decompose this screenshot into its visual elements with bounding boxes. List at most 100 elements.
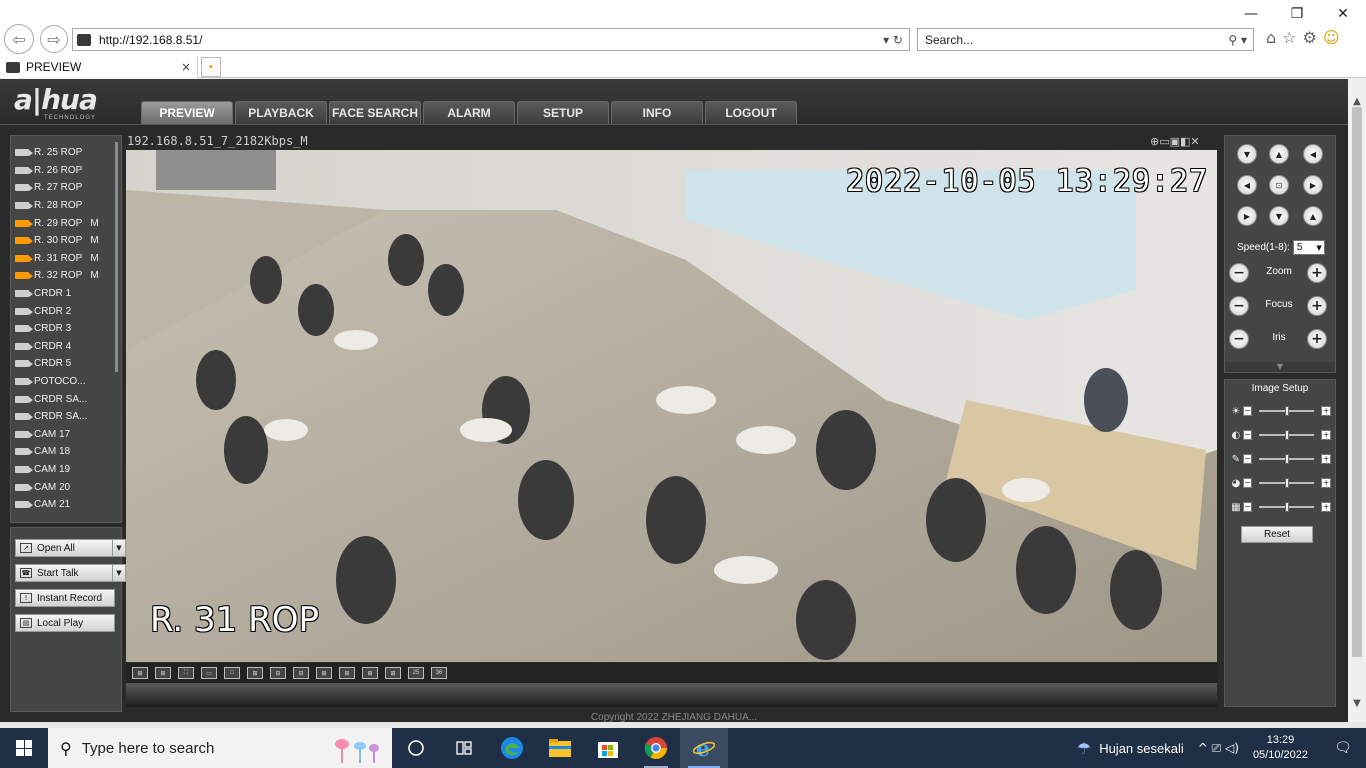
slider-plus-button[interactable]: + — [1321, 430, 1331, 440]
browser-search-input[interactable]: Search... ⚲ ▾ — [917, 28, 1254, 51]
split-layout-button[interactable]: ⛶ — [178, 667, 194, 679]
channel-item[interactable]: POTOCO... — [15, 373, 117, 391]
scroll-thumb[interactable] — [1352, 107, 1362, 657]
channel-item[interactable]: CRDR 1 — [15, 285, 117, 303]
slider-plus-button[interactable]: + — [1321, 478, 1331, 488]
feedback-smiley-icon[interactable]: ☺ — [1323, 28, 1340, 47]
menu-setup[interactable]: SETUP — [517, 101, 609, 124]
reset-button[interactable]: Reset — [1241, 526, 1313, 543]
split-layout-button[interactable]: ⊞ — [316, 667, 332, 679]
split-layout-button[interactable]: □ — [224, 667, 240, 679]
edge-browser-icon[interactable] — [488, 728, 536, 768]
notification-icon[interactable]: 🗨 — [1328, 740, 1358, 756]
internet-explorer-icon[interactable]: e — [680, 728, 728, 768]
video-window-tools[interactable]: ⊕▭▣◧✕ — [1150, 135, 1200, 148]
channel-item[interactable]: R. 28 ROP — [15, 197, 117, 215]
speed-select[interactable]: 5 ▼ — [1292, 240, 1325, 255]
focus-minus-button[interactable]: − — [1229, 296, 1249, 316]
settings-gear-icon[interactable]: ⚙ — [1303, 28, 1317, 47]
instant-record-button[interactable]: ! Instant Record — [15, 589, 115, 607]
channel-item[interactable]: CRDR 5 — [15, 355, 117, 373]
split-layout-button[interactable]: 36 — [431, 667, 447, 679]
split-layout-button[interactable]: 25 — [408, 667, 424, 679]
iris-minus-button[interactable]: − — [1229, 329, 1249, 349]
channel-list-scrollbar[interactable] — [115, 142, 118, 372]
zoom-out-button[interactable]: − — [1229, 263, 1249, 283]
split-layout-button[interactable]: ⊟ — [293, 667, 309, 679]
ptz-collapse-toggle[interactable]: ▼ — [1225, 362, 1335, 372]
search-icon[interactable]: ⚲ ▾ — [1228, 33, 1253, 47]
minimize-button[interactable]: — — [1228, 0, 1274, 28]
restore-button[interactable]: ❐ — [1274, 0, 1320, 28]
slider-plus-button[interactable]: + — [1321, 454, 1331, 464]
ptz-up-right-icon[interactable]: ◀ — [1303, 144, 1323, 164]
channel-item[interactable]: CRDR 2 — [15, 302, 117, 320]
favorites-star-icon[interactable]: ☆ — [1282, 28, 1296, 47]
iris-plus-button[interactable]: + — [1307, 329, 1327, 349]
menu-info[interactable]: INFO — [611, 101, 703, 124]
split-layout-button[interactable]: ⊞ — [247, 667, 263, 679]
address-actions[interactable]: ▾ ↻ — [883, 33, 909, 47]
channel-item[interactable]: CRDR SA... — [15, 408, 117, 426]
clock[interactable]: 13:29 05/10/2022 — [1253, 733, 1308, 763]
start-button[interactable] — [0, 728, 48, 768]
split-layout-button[interactable]: ⊞ — [339, 667, 355, 679]
tab-preview[interactable]: PREVIEW × — [0, 56, 198, 78]
taskbar-search-box[interactable]: ⚲ Type here to search — [48, 728, 392, 768]
slider-minus-button[interactable]: − — [1242, 502, 1253, 512]
channel-item[interactable]: R. 29 ROP M — [15, 214, 117, 232]
channel-item[interactable]: R. 32 ROP M — [15, 267, 117, 285]
tab-close-icon[interactable]: × — [181, 60, 197, 74]
split-layout-button[interactable]: ▭ — [201, 667, 217, 679]
file-explorer-icon[interactable] — [536, 728, 584, 768]
back-arrow-icon[interactable]: ⇦ — [4, 24, 34, 54]
slider-track[interactable] — [1259, 478, 1315, 488]
split-layout-button[interactable]: ⊞ — [385, 667, 401, 679]
slider-track[interactable] — [1259, 430, 1315, 440]
channel-item[interactable]: CRDR 4 — [15, 338, 117, 356]
ptz-up-left-icon[interactable]: ▼ — [1237, 144, 1257, 164]
ptz-right-icon[interactable]: ▶ — [1303, 175, 1323, 195]
forward-arrow-icon[interactable]: ⇨ — [40, 25, 68, 53]
channel-item[interactable]: R. 26 ROP — [15, 162, 117, 180]
slider-track[interactable] — [1259, 502, 1315, 512]
channel-item[interactable]: CRDR SA... — [15, 390, 117, 408]
menu-preview[interactable]: PREVIEW — [141, 101, 233, 124]
menu-alarm[interactable]: ALARM — [423, 101, 515, 124]
open-all-button[interactable]: ↗ Open All — [15, 539, 115, 557]
channel-item[interactable]: R. 31 ROP M — [15, 250, 117, 268]
slider-minus-button[interactable]: − — [1242, 478, 1253, 488]
slider-thumb[interactable] — [1285, 454, 1290, 464]
channel-item[interactable]: CAM 21 — [15, 496, 117, 514]
slider-minus-button[interactable]: − — [1242, 406, 1253, 416]
page-scrollbar[interactable]: ▲ ▼ — [1348, 79, 1366, 725]
channel-item[interactable]: R. 30 ROP M — [15, 232, 117, 250]
menu-logout[interactable]: LOGOUT — [705, 101, 797, 124]
slider-thumb[interactable] — [1285, 478, 1290, 488]
open-all-dropdown[interactable]: ▼ — [112, 539, 126, 557]
ptz-center-icon[interactable]: ⊡ — [1269, 175, 1289, 195]
ptz-left-icon[interactable]: ◀ — [1237, 175, 1257, 195]
menu-playback[interactable]: PLAYBACK — [235, 101, 327, 124]
split-layout-button[interactable]: ⊞ — [362, 667, 378, 679]
chrome-icon[interactable] — [632, 728, 680, 768]
ptz-down-left-icon[interactable]: ▶ — [1237, 206, 1257, 226]
split-layout-button[interactable]: ⊞ — [155, 667, 171, 679]
scroll-down-icon[interactable]: ▼ — [1348, 695, 1366, 713]
microsoft-store-icon[interactable] — [584, 728, 632, 768]
tray-icons[interactable]: ^ ⎚ ◁) — [1198, 741, 1239, 756]
menu-face-search[interactable]: FACE SEARCH — [329, 101, 421, 124]
start-talk-button[interactable]: ☎ Start Talk — [15, 564, 115, 582]
ptz-down-icon[interactable]: ▼ — [1269, 206, 1289, 226]
slider-thumb[interactable] — [1285, 502, 1290, 512]
channel-item[interactable]: CAM 18 — [15, 443, 117, 461]
slider-minus-button[interactable]: − — [1242, 430, 1253, 440]
channel-item[interactable]: CAM 19 — [15, 461, 117, 479]
widgets-icon[interactable] — [440, 728, 488, 768]
weather-widget[interactable]: ☂ Hujan sesekali — [1077, 739, 1184, 758]
split-layout-button[interactable]: ⊟ — [270, 667, 286, 679]
split-layout-button[interactable]: ⊞ — [132, 667, 148, 679]
slider-thumb[interactable] — [1285, 430, 1290, 440]
slider-thumb[interactable] — [1285, 406, 1290, 416]
focus-plus-button[interactable]: + — [1307, 296, 1327, 316]
